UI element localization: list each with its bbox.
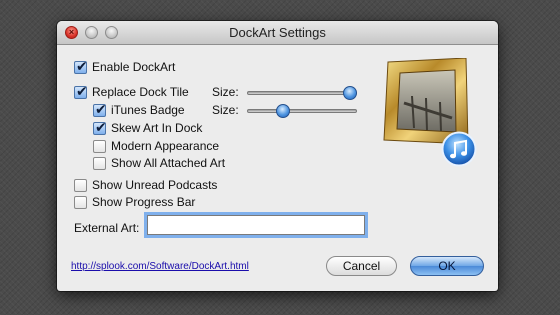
- slider-track[interactable]: [247, 91, 357, 95]
- checkbox-label: Enable DockArt: [92, 60, 176, 74]
- checkbox-box[interactable]: [93, 156, 106, 170]
- checkbox-label: Skew Art In Dock: [111, 121, 203, 135]
- checkbox-box[interactable]: [74, 178, 87, 192]
- website-link[interactable]: http://splook.com/Software/DockArt.html: [71, 261, 249, 272]
- checkbox-box[interactable]: [93, 139, 106, 153]
- dockart-settings-window: × DockArt Settings ✔ Enable DockArt ✔ Re…: [57, 21, 498, 291]
- checkbox-box[interactable]: ✔: [93, 101, 107, 117]
- checkbox-label: Modern Appearance: [111, 139, 220, 153]
- external-art-label: External Art:: [74, 221, 140, 235]
- checkmark-icon: ✔: [95, 100, 107, 117]
- checkmark-icon: ✔: [95, 118, 107, 135]
- slider-knob[interactable]: [275, 104, 290, 118]
- checkbox-box[interactable]: ✔: [93, 119, 107, 135]
- cancel-button[interactable]: Cancel: [326, 256, 397, 276]
- slider-knob[interactable]: [343, 86, 357, 100]
- show-unread-podcasts-checkbox[interactable]: Show Unread Podcasts: [74, 177, 217, 193]
- checkbox-label: Replace Dock Tile: [92, 85, 189, 99]
- slider-track[interactable]: [247, 109, 357, 113]
- badge-size-label: Size:: [212, 103, 239, 117]
- itunes-music-note-icon: [441, 131, 477, 167]
- replace-dock-tile-checkbox[interactable]: ✔ Replace Dock Tile: [74, 83, 189, 100]
- show-progress-bar-checkbox[interactable]: Show Progress Bar: [74, 194, 195, 210]
- ok-button[interactable]: OK: [410, 256, 484, 276]
- tile-size-label: Size:: [212, 85, 239, 99]
- checkbox-box[interactable]: ✔: [74, 58, 88, 74]
- badge-size-slider[interactable]: [247, 103, 357, 119]
- skew-art-checkbox[interactable]: ✔ Skew Art In Dock: [93, 119, 203, 136]
- checkbox-label: Show Unread Podcasts: [92, 178, 218, 192]
- external-art-input[interactable]: [147, 215, 365, 235]
- tile-size-slider[interactable]: [247, 85, 357, 101]
- checkbox-label: Show Progress Bar: [92, 195, 196, 209]
- show-all-art-checkbox[interactable]: Show All Attached Art: [93, 155, 225, 171]
- modern-appearance-checkbox[interactable]: Modern Appearance: [93, 138, 219, 154]
- checkbox-label: iTunes Badge: [111, 103, 185, 117]
- itunes-badge-checkbox[interactable]: ✔ iTunes Badge: [93, 101, 185, 118]
- checkbox-label: Show All Attached Art: [111, 156, 226, 170]
- enable-dockart-checkbox[interactable]: ✔ Enable DockArt: [74, 58, 176, 75]
- checkmark-icon: ✔: [76, 82, 88, 99]
- window-title: DockArt Settings: [229, 25, 326, 40]
- checkbox-box[interactable]: ✔: [74, 83, 88, 99]
- title-bar: × DockArt Settings: [57, 21, 498, 45]
- checkmark-icon: ✔: [76, 57, 88, 74]
- checkbox-box[interactable]: [74, 195, 87, 209]
